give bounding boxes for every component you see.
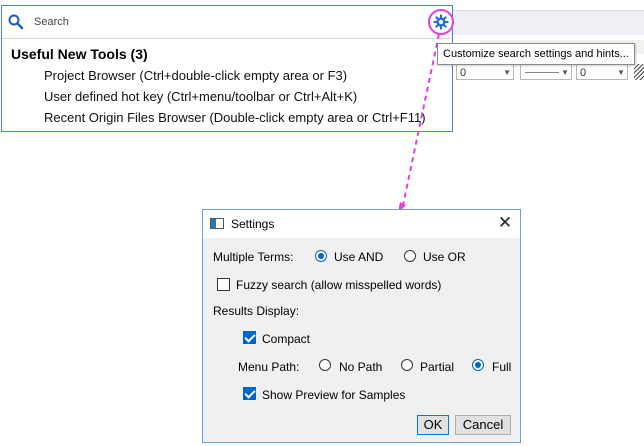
- chevron-down-icon: ▼: [617, 68, 625, 77]
- use-and-label[interactable]: Use AND: [334, 250, 383, 264]
- show-preview-label[interactable]: Show Preview for Samples: [262, 388, 405, 402]
- fuzzy-search-checkbox[interactable]: [217, 278, 230, 291]
- cancel-button[interactable]: Cancel: [455, 415, 511, 435]
- no-path-label[interactable]: No Path: [339, 360, 382, 374]
- partial-radio[interactable]: [401, 359, 413, 371]
- search-icon: [8, 14, 24, 30]
- menu-path-label: Menu Path:: [238, 360, 300, 374]
- chevron-down-icon: ▼: [561, 68, 569, 77]
- use-and-radio[interactable]: [315, 250, 327, 262]
- settings-dialog: Settings ✕ Multiple Terms: Use AND Use O…: [202, 209, 521, 443]
- window-icon: [210, 218, 224, 229]
- compact-checkbox[interactable]: [243, 331, 256, 344]
- background-combo-1-value: 0: [460, 67, 467, 79]
- ok-button[interactable]: OK: [417, 415, 449, 435]
- results-display-label: Results Display:: [213, 304, 300, 318]
- compact-label[interactable]: Compact: [262, 332, 310, 346]
- dialog-titlebar: Settings ✕: [203, 210, 520, 238]
- partial-label[interactable]: Partial: [420, 360, 454, 374]
- background-combo-2[interactable]: ▼: [520, 64, 572, 80]
- background-format-row: 0 ▼ ▼ 0 ▼: [456, 64, 644, 82]
- search-popup: Useful New Tools (3) Project Browser (Ct…: [1, 5, 454, 132]
- settings-tooltip: Customize search settings and hints...: [437, 43, 635, 65]
- background-combo-1[interactable]: 0 ▼: [456, 64, 514, 80]
- show-preview-checkbox[interactable]: [243, 387, 256, 400]
- gear-icon: [433, 14, 449, 30]
- fuzzy-search-label[interactable]: Fuzzy search (allow misspelled words): [236, 278, 441, 292]
- search-settings-button[interactable]: [428, 9, 454, 35]
- results-group-header: Useful New Tools (3): [11, 46, 148, 62]
- chevron-down-icon: ▼: [503, 68, 511, 77]
- full-radio[interactable]: [472, 359, 484, 371]
- background-combo-3-value: 0: [580, 67, 587, 79]
- line-style-preview: [525, 72, 559, 73]
- no-path-radio[interactable]: [319, 359, 331, 371]
- close-button[interactable]: ✕: [495, 213, 515, 233]
- background-toolbar: [430, 10, 644, 35]
- use-or-radio[interactable]: [404, 250, 416, 262]
- pattern-swatch[interactable]: [634, 64, 644, 80]
- background-combo-3[interactable]: 0 ▼: [576, 64, 628, 80]
- full-label[interactable]: Full: [492, 360, 511, 374]
- use-or-label[interactable]: Use OR: [423, 250, 466, 264]
- search-bar: [2, 6, 454, 39]
- result-item-hot-key[interactable]: User defined hot key (Ctrl+menu/toolbar …: [44, 89, 357, 104]
- dialog-title: Settings: [231, 217, 275, 231]
- result-item-project-browser[interactable]: Project Browser (Ctrl+double-click empty…: [44, 68, 347, 83]
- search-input[interactable]: [34, 13, 414, 31]
- multiple-terms-label: Multiple Terms:: [213, 250, 294, 264]
- result-item-recent-files[interactable]: Recent Origin Files Browser (Double-clic…: [44, 110, 426, 125]
